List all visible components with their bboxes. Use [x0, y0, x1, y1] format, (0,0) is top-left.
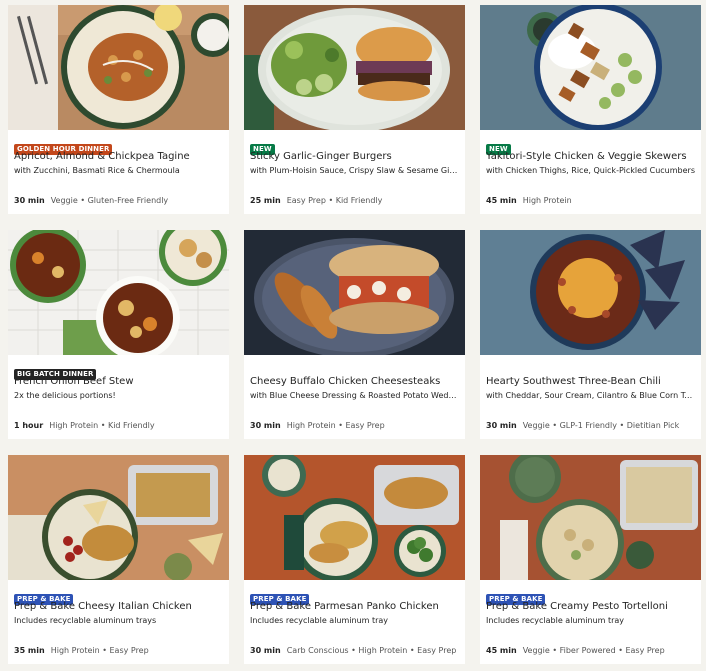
recipe-subtitle: with Zucchini, Basmati Rice & Chermoula	[14, 166, 180, 175]
cook-time: 30 min	[486, 421, 517, 430]
cook-time: 45 min	[486, 196, 517, 205]
recipe-title[interactable]: Prep & Bake Cheesy Italian Chicken	[14, 600, 223, 613]
recipe-photo	[244, 455, 465, 580]
recipe-photo	[480, 5, 701, 130]
recipe-meta: 35 min High Protein • Easy Prep	[14, 646, 223, 656]
cook-time: 45 min	[486, 646, 517, 655]
recipe-photo	[8, 5, 229, 130]
recipe-subtitle: Includes recyclable aluminum tray	[486, 616, 625, 625]
recipe-meta: 25 min Easy Prep • Kid Friendly	[250, 196, 459, 206]
recipe-card[interactable]: NEW Sticky Garlic-Ginger Burgers with Pl…	[244, 5, 465, 214]
recipe-meta: 30 min High Protein • Easy Prep	[250, 421, 459, 431]
recipe-title[interactable]: French Onion Beef Stew	[14, 375, 223, 388]
recipe-card[interactable]: PREP & BAKE Prep & Bake Creamy Pesto Tor…	[480, 455, 701, 664]
recipe-tags: Easy Prep • Kid Friendly	[286, 196, 383, 205]
recipe-tags: Veggie • Fiber Powered • Easy Prep	[522, 646, 665, 655]
recipe-tags: High Protein	[522, 196, 572, 205]
recipe-photo	[8, 455, 229, 580]
recipe-card[interactable]: Hearty Southwest Three-Bean Chili with C…	[480, 230, 701, 439]
recipe-photo	[480, 455, 701, 580]
recipe-meta: 45 min Veggie • Fiber Powered • Easy Prep	[486, 646, 695, 656]
recipe-tags: High Protein • Easy Prep	[50, 646, 149, 655]
recipe-card[interactable]: NEW Yakitori-Style Chicken & Veggie Skew…	[480, 5, 701, 214]
cook-time: 25 min	[250, 196, 281, 205]
recipe-subtitle: with Blue Cheese Dressing & Roasted Pota…	[250, 391, 459, 400]
recipe-tags: High Protein • Easy Prep	[286, 421, 385, 430]
cook-time: 30 min	[250, 646, 281, 655]
recipe-card[interactable]: PREP & BAKE Prep & Bake Cheesy Italian C…	[8, 455, 229, 664]
recipe-card[interactable]: BIG BATCH DINNER French Onion Beef Stew …	[8, 230, 229, 439]
recipe-tags: Veggie • Gluten-Free Friendly	[50, 196, 169, 205]
cook-time: 1 hour	[14, 421, 44, 430]
recipe-subtitle: Includes recyclable aluminum tray	[250, 616, 389, 625]
recipe-card[interactable]: Cheesy Buffalo Chicken Cheesesteaks with…	[244, 230, 465, 439]
recipe-title[interactable]: Prep & Bake Creamy Pesto Tortelloni	[486, 600, 695, 613]
recipe-tags: Carb Conscious • High Protein • Easy Pre…	[286, 646, 457, 655]
recipe-title[interactable]: Hearty Southwest Three-Bean Chili	[486, 375, 695, 388]
recipe-grid: GOLDEN HOUR DINNER Apricot, Almond & Chi…	[8, 5, 701, 664]
recipe-tags: Veggie • GLP-1 Friendly • Dietitian Pick	[522, 421, 680, 430]
recipe-title[interactable]: Yakitori-Style Chicken & Veggie Skewers	[486, 150, 695, 163]
recipe-photo	[480, 230, 701, 355]
cook-time: 35 min	[14, 646, 45, 655]
recipe-subtitle: with Plum-Hoisin Sauce, Crispy Slaw & Se…	[250, 166, 459, 175]
recipe-meta: 30 min Veggie • GLP-1 Friendly • Dietitia…	[486, 421, 695, 431]
recipe-meta: 30 min Carb Conscious • High Protein • Ea…	[250, 646, 459, 656]
recipe-subtitle: with Chicken Thighs, Rice, Quick-Pickled…	[486, 166, 695, 175]
recipe-subtitle: with Cheddar, Sour Cream, Cilantro & Blu…	[486, 391, 695, 400]
cook-time: 30 min	[250, 421, 281, 430]
recipe-photo	[244, 230, 465, 355]
recipe-card[interactable]: GOLDEN HOUR DINNER Apricot, Almond & Chi…	[8, 5, 229, 214]
recipe-title[interactable]: Cheesy Buffalo Chicken Cheesesteaks	[250, 375, 459, 388]
recipe-card[interactable]: PREP & BAKE Prep & Bake Parmesan Panko C…	[244, 455, 465, 664]
recipe-subtitle: Includes recyclable aluminum trays	[14, 616, 157, 625]
recipe-meta: 30 min Veggie • Gluten-Free Friendly	[14, 196, 223, 206]
recipe-title[interactable]: Prep & Bake Parmesan Panko Chicken	[250, 600, 459, 613]
recipe-meta: 1 hour High Protein • Kid Friendly	[14, 421, 223, 431]
recipe-subtitle: 2x the delicious portions!	[14, 391, 116, 400]
recipe-photo	[8, 230, 229, 355]
recipe-tags: High Protein • Kid Friendly	[49, 421, 155, 430]
recipe-title[interactable]: Sticky Garlic-Ginger Burgers	[250, 150, 459, 163]
recipe-meta: 45 min High Protein	[486, 196, 695, 206]
recipe-title[interactable]: Apricot, Almond & Chickpea Tagine	[14, 150, 223, 163]
recipe-photo	[244, 5, 465, 130]
cook-time: 30 min	[14, 196, 45, 205]
